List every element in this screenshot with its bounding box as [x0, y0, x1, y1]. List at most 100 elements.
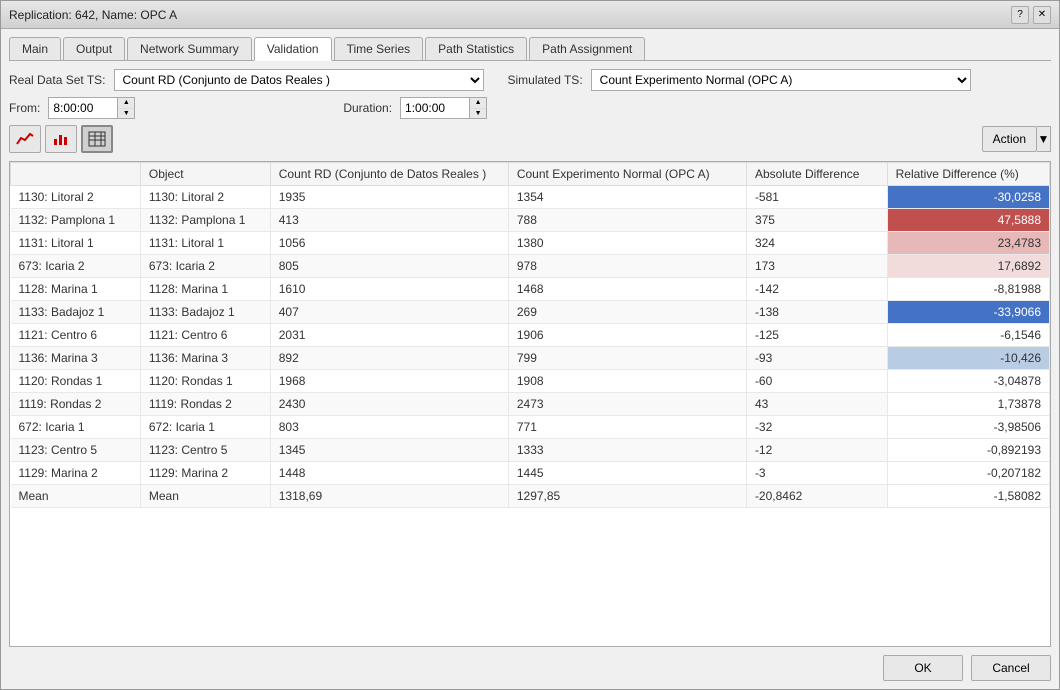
table-button[interactable]: [81, 125, 113, 153]
cell-rel-diff: -3,04878: [887, 370, 1049, 393]
col-header-count-rd: Count RD (Conjunto de Datos Reales ): [270, 163, 508, 186]
cell-abs-diff: -60: [746, 370, 887, 393]
cell-count-exp: 1380: [508, 232, 746, 255]
col-header-object: Object: [140, 163, 270, 186]
cell-id: 672: Icaria 1: [11, 416, 141, 439]
action-button[interactable]: Action: [982, 126, 1037, 152]
cell-object: 1136: Marina 3: [140, 347, 270, 370]
cell-count-exp: 1445: [508, 462, 746, 485]
cell-rel-diff: -6,1546: [887, 324, 1049, 347]
cell-count-rd: 2430: [270, 393, 508, 416]
form-row-1: Real Data Set TS: Count RD (Conjunto de …: [9, 69, 1051, 91]
content-area: Main Output Network Summary Validation T…: [1, 29, 1059, 689]
cell-id: 1123: Centro 5: [11, 439, 141, 462]
cell-rel-diff: -3,98506: [887, 416, 1049, 439]
cell-count-rd: 892: [270, 347, 508, 370]
tab-validation[interactable]: Validation: [254, 37, 332, 61]
cell-rel-diff: 47,5888: [887, 209, 1049, 232]
table-row[interactable]: 673: Icaria 2 673: Icaria 2 805 978 173 …: [11, 255, 1050, 278]
cell-object: 673: Icaria 2: [140, 255, 270, 278]
cell-count-exp: 1333: [508, 439, 746, 462]
cell-abs-diff: -142: [746, 278, 887, 301]
col-header-count-exp: Count Experimento Normal (OPC A): [508, 163, 746, 186]
table-row[interactable]: 1129: Marina 2 1129: Marina 2 1448 1445 …: [11, 462, 1050, 485]
from-label: From:: [9, 101, 40, 115]
table-row[interactable]: 1136: Marina 3 1136: Marina 3 892 799 -9…: [11, 347, 1050, 370]
cell-rel-diff: -30,0258: [887, 186, 1049, 209]
duration-input[interactable]: [400, 97, 470, 119]
table-row[interactable]: 1130: Litoral 2 1130: Litoral 2 1935 135…: [11, 186, 1050, 209]
tab-output[interactable]: Output: [63, 37, 125, 60]
cell-object: 1129: Marina 2: [140, 462, 270, 485]
table-row[interactable]: Mean Mean 1318,69 1297,85 -20,8462 -1,58…: [11, 485, 1050, 508]
cell-object: 672: Icaria 1: [140, 416, 270, 439]
cell-id: 1130: Litoral 2: [11, 186, 141, 209]
action-dropdown-button[interactable]: ▼: [1037, 126, 1051, 152]
duration-label: Duration:: [343, 101, 392, 115]
cell-object: 1128: Marina 1: [140, 278, 270, 301]
tab-main[interactable]: Main: [9, 37, 61, 60]
cell-object: 1119: Rondas 2: [140, 393, 270, 416]
simulated-ts-label: Simulated TS:: [508, 73, 583, 87]
duration-spinner-down[interactable]: ▼: [470, 109, 486, 119]
table-row[interactable]: 1120: Rondas 1 1120: Rondas 1 1968 1908 …: [11, 370, 1050, 393]
table-row[interactable]: 1132: Pamplona 1 1132: Pamplona 1 413 78…: [11, 209, 1050, 232]
from-spinner-up[interactable]: ▲: [118, 98, 134, 109]
title-controls: ? ✕: [1011, 6, 1051, 24]
table-row[interactable]: 1131: Litoral 1 1131: Litoral 1 1056 138…: [11, 232, 1050, 255]
duration-spinner-up[interactable]: ▲: [470, 98, 486, 109]
cell-count-exp: 1908: [508, 370, 746, 393]
help-button[interactable]: ?: [1011, 6, 1029, 24]
cell-count-exp: 1354: [508, 186, 746, 209]
tab-bar: Main Output Network Summary Validation T…: [9, 37, 1051, 61]
cell-count-exp: 1297,85: [508, 485, 746, 508]
table-row[interactable]: 1119: Rondas 2 1119: Rondas 2 2430 2473 …: [11, 393, 1050, 416]
real-data-set-select[interactable]: Count RD (Conjunto de Datos Reales ): [114, 69, 484, 91]
cell-id: 1132: Pamplona 1: [11, 209, 141, 232]
table-row[interactable]: 1123: Centro 5 1123: Centro 5 1345 1333 …: [11, 439, 1050, 462]
line-chart-button[interactable]: [9, 125, 41, 153]
cell-abs-diff: 43: [746, 393, 887, 416]
tab-path-assignment[interactable]: Path Assignment: [529, 37, 645, 60]
from-spinner: ▲ ▼: [118, 97, 135, 119]
cell-count-rd: 407: [270, 301, 508, 324]
table-row[interactable]: 672: Icaria 1 672: Icaria 1 803 771 -32 …: [11, 416, 1050, 439]
bar-chart-button[interactable]: [45, 125, 77, 153]
cell-rel-diff: -8,81988: [887, 278, 1049, 301]
cell-object: 1120: Rondas 1: [140, 370, 270, 393]
cell-object: 1131: Litoral 1: [140, 232, 270, 255]
from-input[interactable]: [48, 97, 118, 119]
cell-count-rd: 803: [270, 416, 508, 439]
cell-abs-diff: -125: [746, 324, 887, 347]
tab-time-series[interactable]: Time Series: [334, 37, 424, 60]
action-label: Action: [993, 132, 1026, 146]
close-button[interactable]: ✕: [1033, 6, 1051, 24]
ok-button[interactable]: OK: [883, 655, 963, 681]
table-row[interactable]: 1128: Marina 1 1128: Marina 1 1610 1468 …: [11, 278, 1050, 301]
table-row[interactable]: 1133: Badajoz 1 1133: Badajoz 1 407 269 …: [11, 301, 1050, 324]
simulated-ts-select[interactable]: Count Experimento Normal (OPC A): [591, 69, 971, 91]
cell-id: 1120: Rondas 1: [11, 370, 141, 393]
from-spinner-down[interactable]: ▼: [118, 109, 134, 119]
dropdown-arrow-icon: ▼: [1038, 132, 1050, 146]
cell-id: 1119: Rondas 2: [11, 393, 141, 416]
cell-object: 1130: Litoral 2: [140, 186, 270, 209]
data-table-container: Object Count RD (Conjunto de Datos Reale…: [9, 161, 1051, 647]
cell-count-rd: 805: [270, 255, 508, 278]
cell-abs-diff: 375: [746, 209, 887, 232]
tab-network-summary[interactable]: Network Summary: [127, 37, 252, 60]
bar-chart-icon: [52, 131, 70, 147]
cell-object: Mean: [140, 485, 270, 508]
real-data-set-label: Real Data Set TS:: [9, 73, 106, 87]
title-bar: Replication: 642, Name: OPC A ? ✕: [1, 1, 1059, 29]
cell-count-rd: 1448: [270, 462, 508, 485]
data-table: Object Count RD (Conjunto de Datos Reale…: [10, 162, 1050, 508]
from-input-group: ▲ ▼: [48, 97, 135, 119]
tab-path-statistics[interactable]: Path Statistics: [425, 37, 527, 60]
cell-count-exp: 771: [508, 416, 746, 439]
cancel-button[interactable]: Cancel: [971, 655, 1051, 681]
cell-count-exp: 788: [508, 209, 746, 232]
cell-rel-diff: -1,58082: [887, 485, 1049, 508]
table-row[interactable]: 1121: Centro 6 1121: Centro 6 2031 1906 …: [11, 324, 1050, 347]
duration-input-group: ▲ ▼: [400, 97, 487, 119]
